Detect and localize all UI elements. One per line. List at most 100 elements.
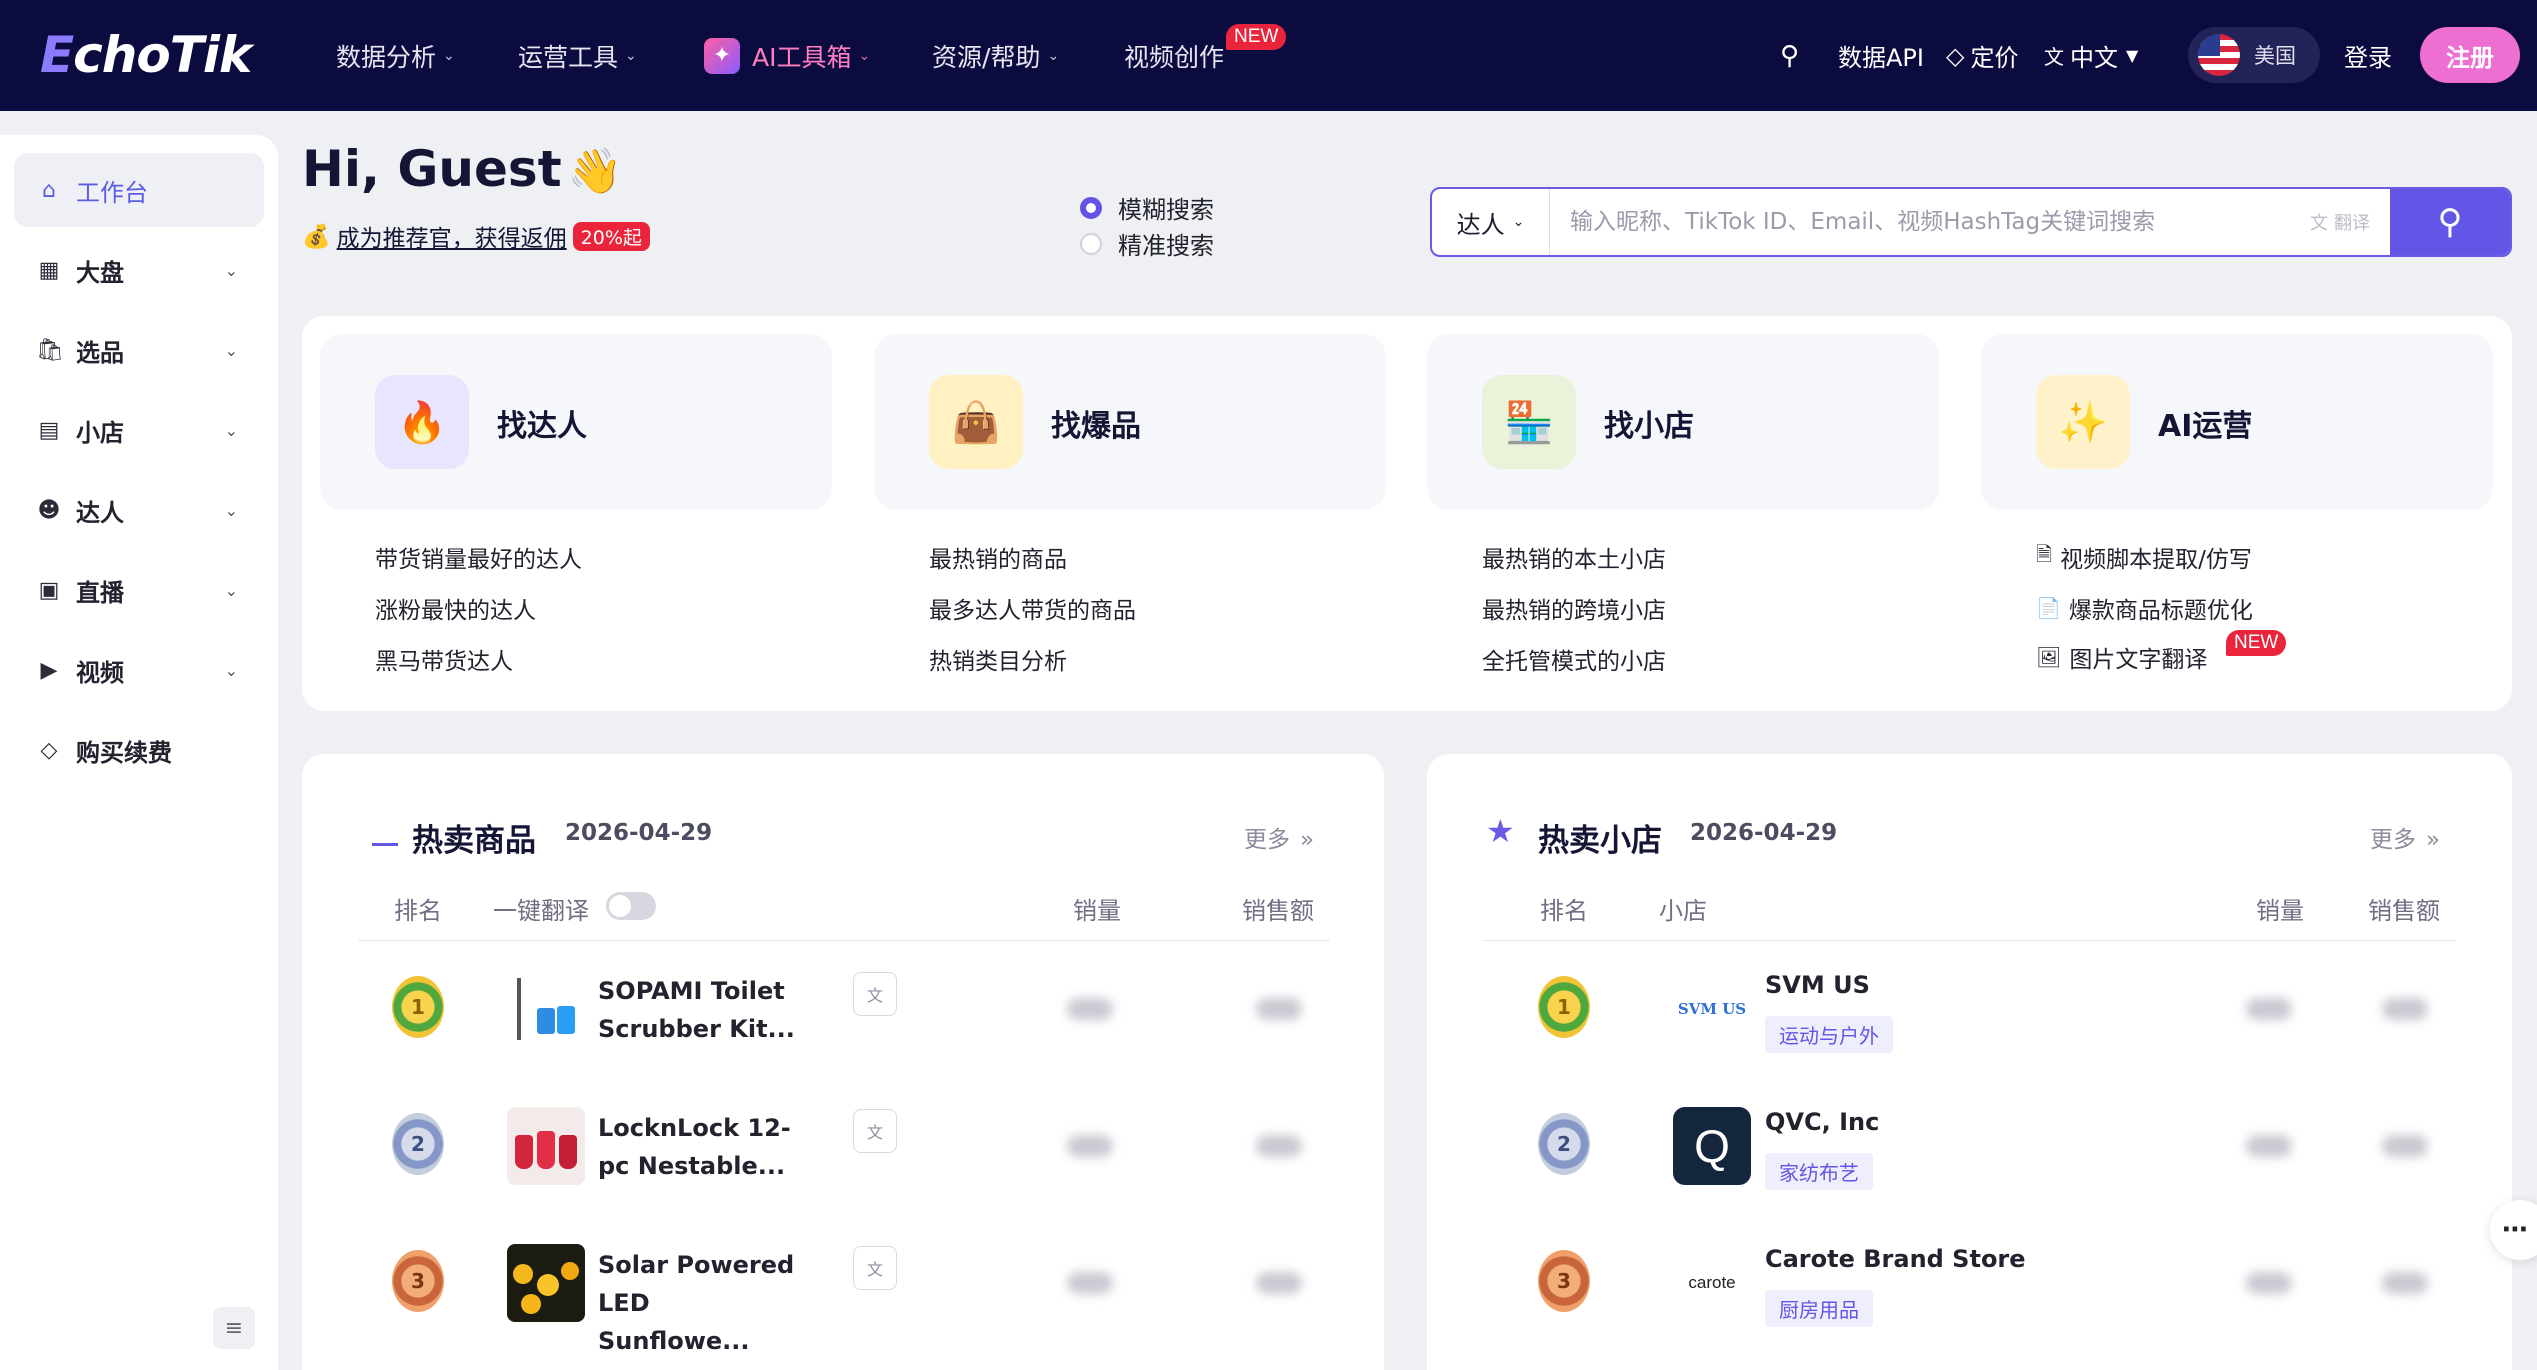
rank-medal-silver: 2 bbox=[392, 1113, 444, 1175]
shop-name[interactable]: QVC, Inc bbox=[1765, 1108, 1879, 1136]
shop-category-tag: 厨房用品 bbox=[1765, 1290, 1873, 1327]
new-badge: NEW bbox=[2226, 630, 2287, 656]
data-api-link[interactable]: 数据API bbox=[1838, 0, 1924, 111]
col-rank: 排名 bbox=[1540, 897, 1588, 925]
card-title: 找小店 bbox=[1604, 409, 1694, 444]
us-flag-icon bbox=[2198, 34, 2240, 76]
link-best-selling-products[interactable]: 最热销的商品 bbox=[929, 540, 1067, 574]
revenue-value-blurred bbox=[2382, 998, 2428, 1020]
link-top-selling-influencers[interactable]: 带货销量最好的达人 bbox=[375, 540, 582, 574]
image-icon: 🖼 bbox=[2036, 645, 2062, 669]
link-most-promoted-products[interactable]: 最多达人带货的商品 bbox=[929, 591, 1136, 625]
shop-name[interactable]: SVM US bbox=[1765, 971, 1870, 999]
user-icon: ☻ bbox=[37, 497, 61, 523]
link-image-text-translate[interactable]: 🖼 图片文字翻译 bbox=[2036, 640, 2207, 674]
sales-value-blurred bbox=[1067, 1272, 1113, 1294]
translate-icon[interactable]: 文 bbox=[853, 972, 897, 1016]
product-thumbnail[interactable] bbox=[507, 1107, 585, 1185]
sales-value-blurred bbox=[2246, 998, 2292, 1020]
referral-badge: 20%起 bbox=[572, 221, 650, 251]
sidebar-item-product-selection[interactable]: 🛍 选品 ⌄ bbox=[14, 313, 264, 387]
translate-icon: 文 bbox=[2044, 45, 2064, 69]
region-selector[interactable]: 美国 bbox=[2188, 27, 2320, 83]
product-name[interactable]: Solar Powered LED Sunflowe... bbox=[598, 1246, 798, 1360]
sales-value-blurred bbox=[2246, 1135, 2292, 1157]
chevron-down-icon: ⌄ bbox=[625, 47, 637, 64]
search-icon[interactable]: ⚲ bbox=[1780, 0, 1799, 111]
link-fastest-growing-influencers[interactable]: 涨粉最快的达人 bbox=[375, 591, 536, 625]
sidebar-item-shop[interactable]: ▤ 小店 ⌄ bbox=[14, 393, 264, 467]
col-revenue: 销售额 bbox=[2368, 897, 2440, 925]
nav-resources-help[interactable]: 资源/帮助 ⌄ bbox=[932, 0, 1059, 111]
star-icon: ★ bbox=[1486, 812, 1515, 850]
sidebar-item-purchase[interactable]: ◇ 购买续费 bbox=[14, 713, 264, 787]
shop-logo[interactable]: carote bbox=[1673, 1244, 1751, 1322]
translate-icon[interactable]: 文 bbox=[853, 1109, 897, 1153]
top-navigation-bar: EchoTik 数据分析 ⌄ 运营工具 ⌄ ✦ AI工具箱 ⌄ 资源/帮助 ⌄ 视频创作… bbox=[0, 0, 2537, 111]
search-button[interactable]: ⚲ bbox=[2390, 189, 2510, 255]
translate-toggle-switch[interactable] bbox=[606, 892, 656, 920]
product-thumbnail[interactable] bbox=[507, 970, 585, 1048]
radio-unselected bbox=[1080, 232, 1102, 255]
link-best-local-shops[interactable]: 最热销的本土小店 bbox=[1482, 540, 1666, 574]
search-type-dropdown[interactable]: 达人 ⌄ bbox=[1432, 189, 1550, 255]
language-selector[interactable]: 文中文 ▼ bbox=[2044, 0, 2138, 111]
translate-icon[interactable]: 文 bbox=[853, 1246, 897, 1290]
shop-logo[interactable]: Q bbox=[1673, 1107, 1751, 1185]
fuzzy-search-radio[interactable]: 模糊搜索 bbox=[1080, 190, 1214, 225]
link-best-cross-border-shops[interactable]: 最热销的跨境小店 bbox=[1482, 591, 1666, 625]
nav-ops-tools[interactable]: 运营工具 ⌄ bbox=[518, 0, 637, 111]
rank-medal-bronze: 3 bbox=[392, 1250, 444, 1312]
collapse-sidebar-icon[interactable]: ≡ bbox=[213, 1307, 255, 1349]
signup-button[interactable]: 注册 bbox=[2420, 27, 2520, 83]
col-translate: 一键翻译 bbox=[493, 897, 589, 925]
caret-down-icon: ▼ bbox=[2126, 46, 2139, 65]
chevron-down-icon: ⌄ bbox=[858, 47, 871, 64]
diamond-icon: ◇ bbox=[40, 737, 58, 763]
shop-category-tag: 运动与户外 bbox=[1765, 1016, 1893, 1053]
nav-ai-toolbox[interactable]: ✦ AI工具箱 ⌄ bbox=[704, 0, 870, 111]
hot-products-title: 热卖商品 bbox=[412, 823, 536, 859]
pricing-link[interactable]: ◇ 定价 bbox=[1946, 0, 2018, 111]
translate-toggle[interactable]: 文翻译 bbox=[2290, 189, 2390, 255]
link-product-title-optimize[interactable]: 📄 爆款商品标题优化 bbox=[2036, 591, 2253, 625]
shop-name[interactable]: Carote Brand Store bbox=[1765, 1245, 2026, 1273]
login-link[interactable]: 登录 bbox=[2344, 0, 2392, 111]
home-icon: ⌂ bbox=[42, 177, 56, 203]
exact-search-radio[interactable]: 精准搜索 bbox=[1080, 226, 1214, 261]
hot-shops-more-link[interactable]: 更多» bbox=[2370, 820, 2440, 854]
link-video-script-extract[interactable]: 🗎 视频脚本提取/仿写 bbox=[2036, 540, 2252, 574]
card-title: 找达人 bbox=[497, 409, 587, 444]
col-sales: 销量 bbox=[2256, 897, 2304, 925]
link-hot-category-analysis[interactable]: 热销类目分析 bbox=[929, 642, 1067, 676]
sidebar-item-influencer[interactable]: ☻ 达人 ⌄ bbox=[14, 473, 264, 547]
echotik-logo[interactable]: EchoTik bbox=[40, 26, 252, 84]
grid-icon: ▦ bbox=[38, 257, 60, 283]
sidebar-item-video[interactable]: ▶ 视频 ⌄ bbox=[14, 633, 264, 707]
hot-products-date: 2026-04-29 bbox=[565, 820, 713, 846]
search-input[interactable] bbox=[1550, 189, 2290, 255]
nav-video-creation[interactable]: 视频创作 bbox=[1124, 0, 1224, 111]
revenue-value-blurred bbox=[2382, 1135, 2428, 1157]
referral-link[interactable]: 💰 成为推荐官，获得返佣 20%起 bbox=[302, 219, 650, 253]
col-sales: 销量 bbox=[1073, 897, 1121, 925]
col-rank: 排名 bbox=[394, 897, 442, 925]
product-name[interactable]: SOPAMI Toilet Scrubber Kit... bbox=[598, 972, 798, 1048]
sidebar-item-market[interactable]: ▦ 大盘 ⌄ bbox=[14, 233, 264, 307]
file-icon: 📄 bbox=[2036, 596, 2061, 620]
sidebar-item-live[interactable]: ▣ 直播 ⌄ bbox=[14, 553, 264, 627]
product-name[interactable]: LocknLock 12- pc Nestable... bbox=[598, 1109, 798, 1185]
rank-medal-gold: 1 bbox=[1538, 976, 1590, 1038]
shop-logo[interactable]: SVM US bbox=[1673, 970, 1751, 1048]
card-title: AI运营 bbox=[2158, 409, 2253, 444]
hot-products-more-link[interactable]: 更多» bbox=[1244, 820, 1314, 854]
search-bar: 达人⌄ 文翻译 ⚲ bbox=[1430, 187, 2512, 257]
product-thumbnail[interactable] bbox=[507, 1244, 585, 1322]
search-icon: ⚲ bbox=[2437, 202, 2463, 242]
link-fully-managed-shops[interactable]: 全托管模式的小店 bbox=[1482, 642, 1666, 676]
ai-sparkle-icon: ✦ bbox=[704, 37, 740, 74]
sidebar-item-workbench[interactable]: ⌂ 工作台 bbox=[14, 153, 264, 227]
nav-data-analysis[interactable]: 数据分析 ⌄ bbox=[336, 0, 455, 111]
link-dark-horse-influencers[interactable]: 黑马带货达人 bbox=[375, 642, 513, 676]
greeting-title: Hi, Guest 👋 bbox=[302, 140, 623, 198]
